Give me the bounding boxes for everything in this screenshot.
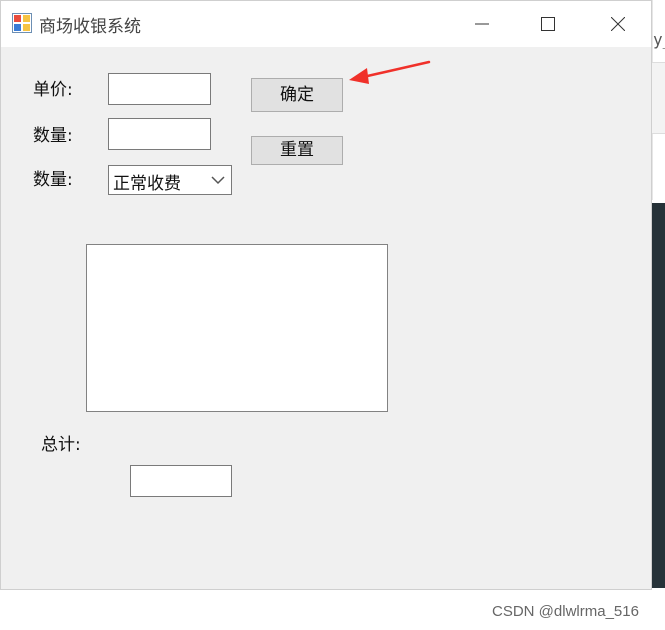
items-listbox[interactable] <box>86 244 388 412</box>
close-button[interactable] <box>595 1 641 47</box>
annotation-arrow-icon <box>349 60 431 84</box>
app-window: 商场收银系统 单价: 数量: 数量: 正常收费 确定 重置 总计: <box>0 0 652 590</box>
unit-price-label: 单价: <box>33 80 73 100</box>
chevron-down-icon <box>211 176 225 185</box>
minimize-button[interactable] <box>459 1 505 47</box>
total-label: 总计: <box>41 435 81 455</box>
minimize-icon <box>475 23 489 25</box>
charge-mode-selected: 正常收费 <box>113 174 181 194</box>
charge-mode-select[interactable]: 正常收费 <box>108 165 232 195</box>
close-icon <box>611 17 625 31</box>
background-toolbar <box>652 62 665 134</box>
quantity-input[interactable] <box>108 118 211 150</box>
reset-button[interactable]: 重置 <box>251 136 343 165</box>
total-output[interactable] <box>130 465 232 497</box>
unit-price-input[interactable] <box>108 73 211 105</box>
window-title: 商场收银系统 <box>39 17 141 37</box>
confirm-button[interactable]: 确定 <box>251 78 343 112</box>
quantity-label: 数量: <box>33 126 73 146</box>
background-peek-text: y_ <box>653 30 665 49</box>
background-editor <box>652 203 665 588</box>
winforms-app-icon <box>12 13 32 33</box>
watermark: CSDN @dlwlrma_516 <box>492 603 639 620</box>
maximize-button[interactable] <box>525 1 571 47</box>
maximize-icon <box>541 17 555 31</box>
charge-mode-label: 数量: <box>33 170 73 190</box>
title-bar[interactable]: 商场收银系统 <box>1 1 651 47</box>
